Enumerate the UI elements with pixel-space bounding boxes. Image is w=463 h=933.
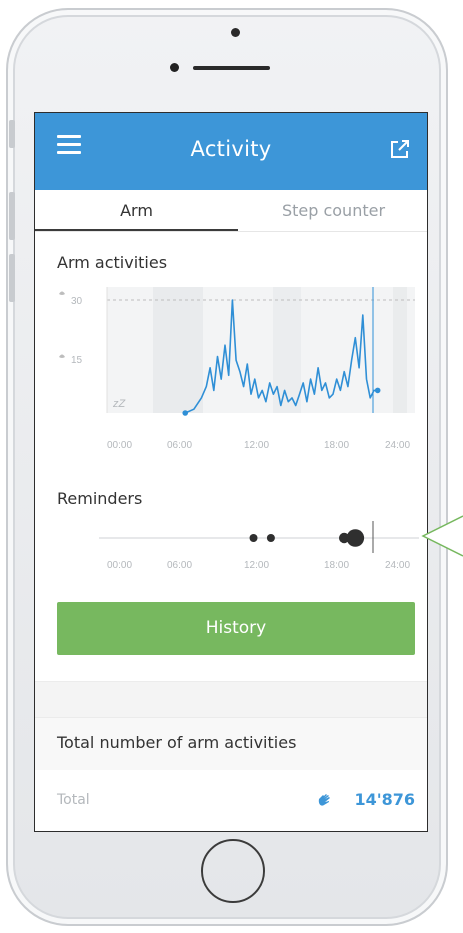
history-button[interactable]: History <box>57 602 415 655</box>
x-tick-label: 06:00 <box>167 440 192 451</box>
x-tick-label: 12:00 <box>244 440 269 451</box>
tab-bar: Arm Step counter <box>35 190 427 231</box>
tab-arm[interactable]: Arm <box>35 190 238 231</box>
proximity-sensor <box>231 28 240 37</box>
x-tick-label: 18:00 <box>324 560 349 571</box>
total-section-header: Total number of arm activities <box>35 717 427 771</box>
reminder-dot[interactable] <box>346 529 365 547</box>
chart-shade-band <box>153 287 203 413</box>
x-tick-label: 24:00 <box>385 440 410 451</box>
waving-hand-icon <box>318 794 330 806</box>
section-spacer <box>35 681 427 718</box>
total-label: Total <box>57 792 90 808</box>
hand-icon <box>59 291 65 295</box>
arm-activities-chart[interactable]: 30 15 zZ 00:00 06:00 12:00 18:00 24:00 <box>35 273 428 463</box>
x-tick-label: 18:00 <box>324 440 349 451</box>
reminders-title: Reminders <box>57 489 143 508</box>
x-tick-label: 00:00 <box>107 440 132 451</box>
volume-down-button <box>9 254 15 302</box>
reminder-dot[interactable] <box>249 534 258 542</box>
home-button[interactable] <box>200 838 266 904</box>
app-screen: Activity Arm Step counter Arm activities… <box>34 112 428 832</box>
x-tick-label: 24:00 <box>385 560 410 571</box>
chart-shade-band <box>273 287 301 413</box>
reminder-dot[interactable] <box>266 534 275 542</box>
x-tick-label: 06:00 <box>167 560 192 571</box>
tabs-divider <box>35 231 427 232</box>
y-tick-label: 15 <box>71 355 83 366</box>
x-tick-label: 00:00 <box>107 560 132 571</box>
front-camera <box>170 63 179 72</box>
total-row[interactable]: Total 14'876 <box>35 770 427 831</box>
tab-step-counter[interactable]: Step counter <box>238 190 427 231</box>
arm-activities-title: Arm activities <box>57 253 168 272</box>
chart-shade-band <box>393 287 407 413</box>
x-tick-label: 12:00 <box>244 560 269 571</box>
total-value: 14'876 <box>354 790 415 809</box>
volume-up-button <box>9 192 15 240</box>
sleep-indicator: zZ <box>112 398 127 410</box>
reminders-chart[interactable]: 00:00 06:00 12:00 18:00 24:00 <box>35 513 428 583</box>
top-bar: Activity <box>35 113 427 190</box>
page-title: Activity <box>190 137 272 161</box>
external-share-icon[interactable] <box>389 138 411 160</box>
arm-activity-point <box>182 410 189 416</box>
mute-switch <box>9 120 15 148</box>
total-section-title: Total number of arm activities <box>57 733 297 752</box>
y-tick-label: 30 <box>71 296 83 307</box>
hand-icon <box>59 354 65 358</box>
callout-pointer <box>421 515 463 557</box>
earpiece-speaker <box>193 66 270 70</box>
arm-activity-point <box>374 387 381 394</box>
